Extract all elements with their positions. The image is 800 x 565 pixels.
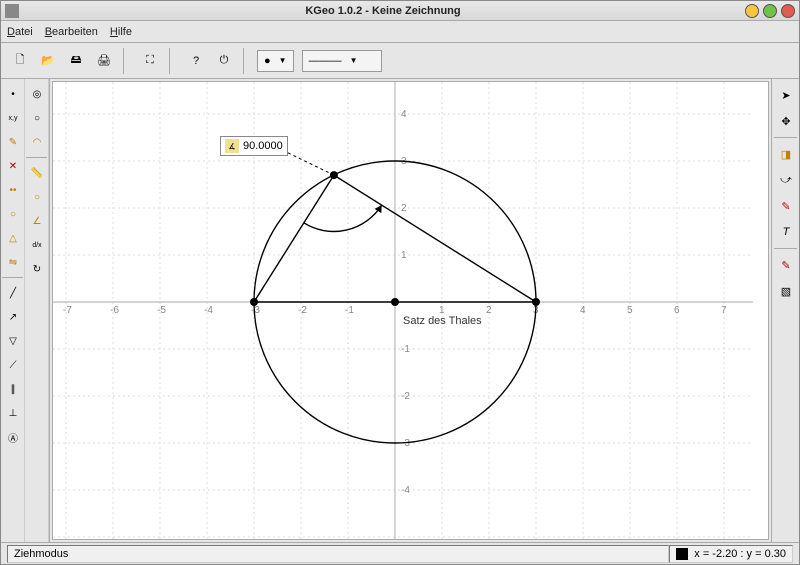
svg-text:5: 5	[627, 305, 633, 316]
save-button[interactable]: 🖴	[63, 48, 89, 74]
circle-tool[interactable]: ○	[2, 203, 24, 225]
line-style-value: ———	[309, 55, 342, 67]
point-tool[interactable]: •	[2, 83, 24, 105]
left-tool-panel: • x,y ✎ ✕ •• ○ △ ⇋ ╱ ↗ ▽ ⟋ ∥ ⊥ Ⓐ ◎ ○ ◠	[1, 79, 50, 542]
svg-text:4: 4	[580, 305, 586, 316]
tool-column-2: ◎ ○ ◠ 📏 ○ ∠ d/x ↻	[25, 79, 49, 542]
reflect-tool[interactable]: ⇋	[2, 251, 24, 273]
ray-tool[interactable]: ↗	[2, 306, 24, 328]
divider	[774, 248, 797, 249]
svg-text:7: 7	[721, 305, 727, 316]
circle-center-tool[interactable]: ◎	[26, 83, 48, 105]
svg-text:4: 4	[401, 109, 407, 120]
chevron-down-icon: ▼	[279, 56, 287, 65]
power-button[interactable]: ⏻	[211, 48, 237, 74]
svg-text:-2: -2	[298, 305, 307, 316]
point-style-value: ●	[264, 55, 271, 67]
svg-text:-3: -3	[251, 305, 260, 316]
main-toolbar: 🗋 📂 🖴 🖨 ⛶ ? ⏻ ● ▼ ——— ▼	[1, 43, 799, 79]
open-button[interactable]: 📂	[35, 48, 61, 74]
status-mode: Ziehmodus	[7, 545, 669, 563]
circle-measure-tool[interactable]: ○	[26, 186, 48, 208]
print-button[interactable]: 🖨	[91, 48, 117, 74]
brush-tool[interactable]: ✎	[774, 253, 798, 277]
svg-text:1: 1	[401, 250, 407, 261]
triangle-tool[interactable]: △	[2, 227, 24, 249]
tool-column-1: • x,y ✎ ✕ •• ○ △ ⇋ ╱ ↗ ▽ ⟋ ∥ ⊥ Ⓐ	[1, 79, 25, 542]
svg-text:-4: -4	[204, 305, 213, 316]
coord-text: x = -2.20 : y = 0.30	[694, 548, 786, 560]
pointer-tool[interactable]: ➤	[774, 83, 798, 107]
point-on-tool[interactable]: ✎	[2, 131, 24, 153]
menu-edit[interactable]: Bearbeiten	[45, 26, 98, 38]
fullscreen-button[interactable]: ⛶	[137, 48, 163, 74]
svg-text:-1: -1	[345, 305, 354, 316]
menu-file[interactable]: Datei	[7, 26, 33, 38]
segment-tool[interactable]: ╱	[2, 282, 24, 304]
midpoint-tool[interactable]: ••	[2, 179, 24, 201]
circle-3pt-tool[interactable]: ○	[26, 107, 48, 129]
parallel-tool[interactable]: ∥	[2, 378, 24, 400]
color-swatch	[676, 548, 688, 560]
new-button[interactable]: 🗋	[7, 48, 33, 74]
help-button[interactable]: ?	[183, 48, 209, 74]
divider	[26, 157, 47, 158]
perpendicular-tool[interactable]: ⊥	[2, 402, 24, 424]
distance-tool[interactable]: d/x	[26, 234, 48, 256]
separator	[169, 48, 177, 74]
svg-text:6: 6	[674, 305, 680, 316]
point-style-dropdown[interactable]: ● ▼	[257, 50, 294, 72]
close-button[interactable]	[781, 4, 795, 18]
fill-tool[interactable]: ▧	[774, 279, 798, 303]
divider	[774, 137, 797, 138]
trace-tool[interactable]: ⤻	[774, 168, 798, 192]
right-tool-panel: ➤ ✥ ◨ ⤻ ✎ T ✎ ▧	[771, 79, 799, 542]
angle-icon: ∡	[225, 139, 239, 153]
titlebar: KGeo 1.0.2 - Keine Zeichnung	[1, 1, 799, 21]
chevron-down-icon: ▼	[350, 56, 358, 65]
ruler-tool[interactable]: 📏	[26, 162, 48, 184]
compass-tool[interactable]: Ⓐ	[2, 426, 24, 448]
separator	[243, 48, 251, 74]
divider	[2, 277, 23, 278]
rotate-tool[interactable]: ↻	[26, 258, 48, 280]
app-icon	[5, 4, 19, 18]
svg-text:-6: -6	[110, 305, 119, 316]
status-coords: x = -2.20 : y = 0.30	[669, 545, 793, 563]
separator	[123, 48, 131, 74]
svg-text:-5: -5	[157, 305, 166, 316]
maximize-button[interactable]	[763, 4, 777, 18]
minimize-button[interactable]	[745, 4, 759, 18]
eraser-tool[interactable]: ◨	[774, 142, 798, 166]
move-tool[interactable]: ✥	[774, 109, 798, 133]
svg-text:2: 2	[401, 203, 407, 214]
arc-tool[interactable]: ◠	[26, 131, 48, 153]
svg-text:-1: -1	[401, 344, 410, 355]
svg-text:Satz des Thales: Satz des Thales	[403, 315, 482, 327]
window-title: KGeo 1.0.2 - Keine Zeichnung	[25, 5, 741, 17]
svg-text:-7: -7	[63, 305, 72, 316]
text-tool[interactable]: T	[774, 220, 798, 244]
svg-text:2: 2	[486, 305, 492, 316]
drawing-canvas[interactable]: -7-6-5-4-3-2-11234567-4-3-2-11234Satz de…	[52, 81, 769, 540]
line-tool[interactable]: ⟋	[2, 354, 24, 376]
pen-tool[interactable]: ✎	[774, 194, 798, 218]
coord-point-tool[interactable]: x,y	[2, 107, 24, 129]
intersect-tool[interactable]: ✕	[2, 155, 24, 177]
menu-help[interactable]: Hilfe	[110, 26, 132, 38]
svg-text:-2: -2	[401, 391, 410, 402]
angle-value: 90.0000	[243, 140, 283, 152]
menubar: Datei Bearbeiten Hilfe	[1, 21, 799, 43]
angle-measurement-label[interactable]: ∡ 90.0000	[220, 136, 288, 156]
statusbar: Ziehmodus x = -2.20 : y = 0.30	[1, 542, 799, 564]
polygon-tool[interactable]: ▽	[2, 330, 24, 352]
svg-text:-4: -4	[401, 485, 410, 496]
angle-tool[interactable]: ∠	[26, 210, 48, 232]
line-style-dropdown[interactable]: ——— ▼	[302, 50, 382, 72]
